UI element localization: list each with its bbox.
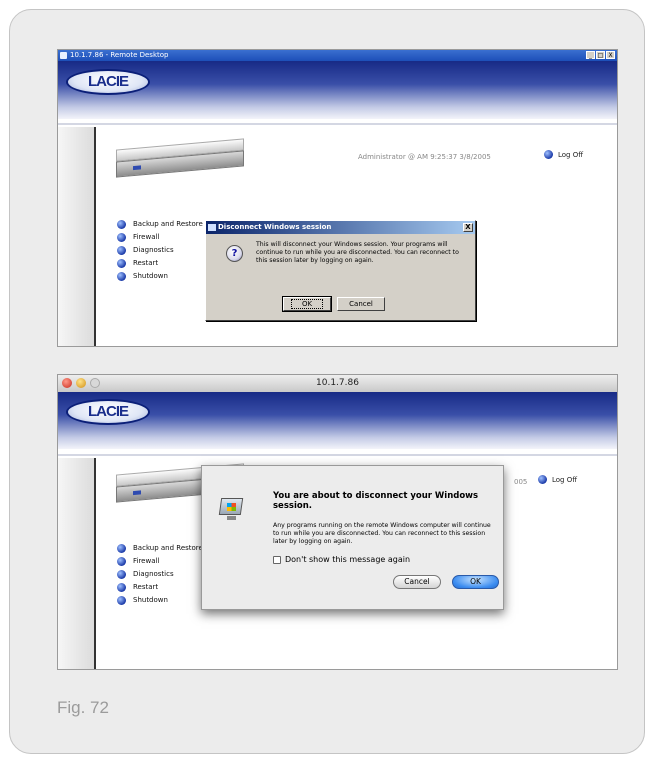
close-button[interactable] [62,378,72,388]
sheet-title: You are about to disconnect your Windows… [273,491,479,511]
disconnect-sheet: You are about to disconnect your Windows… [201,465,504,610]
globe-icon [117,271,126,281]
remote-desktop-icon [216,493,246,523]
dialog-message: This will disconnect your Windows sessio… [256,241,459,264]
minimize-button[interactable]: _ [586,51,595,59]
dialog-titlebar: Disconnect Windows session X [206,221,475,234]
window-titlebar: 10.1.7.86 - Remote Desktop _ □ X [58,50,617,61]
globe-icon [544,150,553,159]
minimize-button[interactable] [76,378,86,388]
window-title: 10.1.7.86 [316,378,359,388]
menu-item-diagnostics[interactable]: Diagnostics [117,244,213,256]
globe-icon [538,475,547,484]
globe-icon [117,219,126,229]
divider [58,123,617,125]
globe-icon [117,556,126,566]
dialog-close-button[interactable]: X [463,223,473,232]
menu-item-firewall[interactable]: Firewall [117,231,213,243]
globe-icon [117,258,126,268]
admin-status-text: Administrator @ AM 9:25:37 3/8/2005 [358,153,491,161]
checkbox-box[interactable] [273,555,281,564]
globe-icon [117,232,126,242]
screenshot-mac: 10.1.7.86 LACIE 005 Log Off Backup and R… [57,374,618,670]
menu-item-firewall[interactable]: Firewall [117,555,209,567]
menu-item-shutdown[interactable]: Shutdown [117,270,213,282]
question-icon: ? [226,245,243,262]
dialog-title: Disconnect Windows session [218,223,332,231]
globe-icon [117,543,126,553]
logoff-label: Log Off [552,475,578,484]
menu-item-restart[interactable]: Restart [117,257,213,269]
left-column [58,127,96,346]
ok-button[interactable]: OK [452,575,499,589]
logoff-label: Log Off [558,150,584,159]
cancel-button[interactable]: Cancel [337,297,385,311]
menu-item-diagnostics[interactable]: Diagnostics [117,568,209,580]
checkbox-label: Don't show this message again [285,555,411,564]
remote-desktop-app-icon [60,52,67,59]
close-button[interactable]: X [606,51,615,59]
date-fragment: 005 [514,478,528,486]
menu-item-shutdown[interactable]: Shutdown [117,594,209,606]
disconnect-dialog: Disconnect Windows session X ? This will… [205,220,476,321]
maximize-button[interactable]: □ [596,51,605,59]
left-column [58,458,96,669]
divider [58,454,617,456]
window-title: 10.1.7.86 - Remote Desktop [70,51,169,59]
zoom-button[interactable] [90,378,100,388]
sheet-message: Any programs running on the remote Windo… [273,522,491,545]
lacie-logo: LACIE [66,69,150,95]
globe-icon [117,569,126,579]
nav-menu: Backup and Restore Firewall Diagnostics … [117,542,209,607]
menu-item-backup[interactable]: Backup and Restore [117,218,213,230]
logoff-link[interactable]: Log Off [538,475,577,484]
globe-icon [117,595,126,605]
dont-show-checkbox[interactable]: Don't show this message again [273,555,410,564]
figure-caption: Fig. 72 [57,698,109,717]
menu-item-backup[interactable]: Backup and Restore [117,542,209,554]
lacie-logo: LACIE [66,399,150,425]
header-band [58,61,617,119]
dialog-app-icon [208,224,216,231]
cancel-button[interactable]: Cancel [393,575,441,589]
server-image [116,138,244,179]
logoff-link[interactable]: Log Off [544,150,583,159]
menu-item-restart[interactable]: Restart [117,581,209,593]
screenshot-windows: 10.1.7.86 - Remote Desktop _ □ X LACIE A… [57,49,618,347]
window-titlebar: 10.1.7.86 [58,375,617,393]
ok-button[interactable]: OK [282,296,332,312]
nav-menu: Backup and Restore Firewall Diagnostics … [117,218,213,283]
globe-icon [117,245,126,255]
globe-icon [117,582,126,592]
header-band [58,392,617,449]
